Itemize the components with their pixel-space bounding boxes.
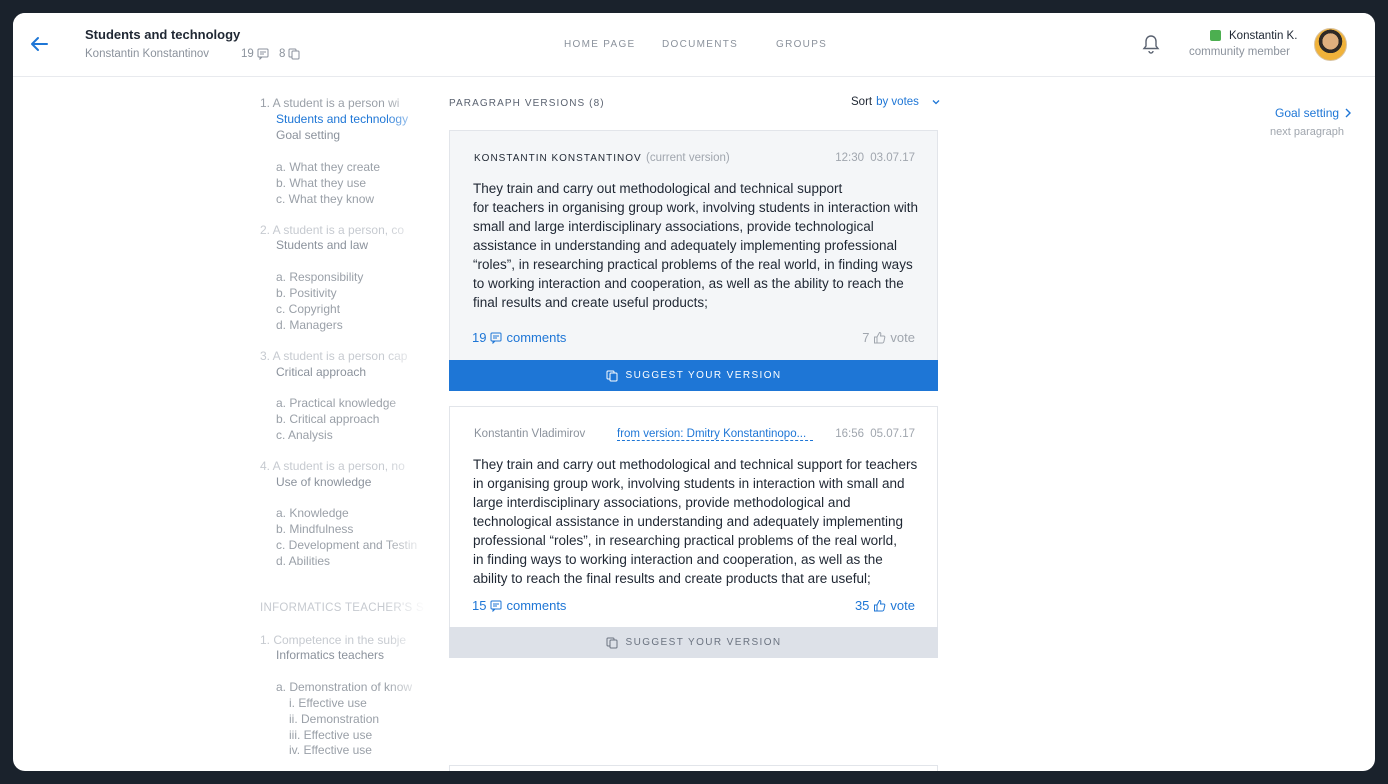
paragraph-versions-title: PARAGRAPH VERSIONS (8) [449, 98, 605, 109]
outline-item[interactable]: d. Abilities [276, 553, 330, 569]
outline-item-active[interactable]: Students and technology [276, 111, 408, 127]
back-arrow-icon[interactable] [28, 33, 50, 55]
user-role: community member [1189, 46, 1290, 58]
next-paragraph-caption: next paragraph [1270, 126, 1344, 138]
vote-label: vote [890, 330, 915, 345]
chevron-right-icon [1345, 108, 1352, 118]
outline-item[interactable]: c. Development and Testin [276, 537, 417, 553]
outline-item[interactable]: ii. Demonstration [289, 711, 379, 727]
vote-count: 7 [862, 330, 870, 345]
outline-item[interactable]: a. Responsibility [276, 269, 363, 285]
bell-icon[interactable] [1142, 34, 1160, 54]
outline-item[interactable]: Students and law [276, 237, 368, 253]
outline-item[interactable]: Informatics teachers [276, 647, 384, 663]
next-paragraph-label: Goal setting [1275, 106, 1340, 120]
comment-icon [490, 600, 502, 612]
outline-item[interactable]: 1. Competence in the subje [260, 632, 406, 648]
vote-button[interactable]: 35 vote [855, 598, 915, 613]
outline-item[interactable]: a. Practical knowledge [276, 395, 396, 411]
outline-item[interactable]: c. Analysis [276, 427, 333, 443]
copy-icon [288, 48, 300, 60]
outline-item[interactable]: 1. A student is a person wi [260, 95, 399, 111]
document-title: Students and technology [85, 27, 241, 42]
comments-count: 15 [472, 598, 487, 613]
copies-count: 8 [279, 48, 286, 60]
outline-item[interactable]: c. What they know [276, 191, 374, 207]
vote-button[interactable]: 7 vote [862, 330, 915, 345]
outline-item[interactable]: 4. A student is a person, no [260, 458, 405, 474]
version-note: (current version) [646, 152, 730, 164]
comments-stat: 19 [241, 48, 269, 60]
version-author[interactable]: Konstantin Vladimirov [474, 428, 585, 440]
outline-item[interactable]: b. Mindfulness [276, 521, 353, 537]
comments-link[interactable]: 15 comments [472, 598, 566, 613]
version-timestamp: 16:56 05.07.17 [835, 428, 915, 440]
comments-count: 19 [472, 330, 487, 345]
from-version-link[interactable]: from version: Dmitry Konstantinopo... [617, 428, 813, 441]
outline-section[interactable]: INFORMATICS TEACHER'S S [260, 600, 424, 616]
chevron-down-icon [932, 100, 940, 105]
suggest-version-label: SUGGEST YOUR VERSION [625, 637, 782, 648]
outline-item[interactable]: Critical approach [276, 364, 366, 380]
suggest-version-button[interactable]: SUGGEST YOUR VERSION [449, 360, 938, 391]
outline-item[interactable]: i. Effective use [289, 695, 367, 711]
thumbs-up-icon [874, 331, 886, 344]
copy-icon [606, 637, 617, 648]
sort-label: Sort [851, 96, 873, 108]
outline-item[interactable]: a. What they create [276, 159, 380, 175]
comments-label: comments [506, 598, 567, 613]
sort-dropdown[interactable]: Sort by votes [851, 96, 941, 108]
user-name[interactable]: Konstantin K. [1229, 30, 1297, 42]
app-window: Students and technology Konstantin Konst… [13, 13, 1375, 771]
vote-label: vote [890, 598, 915, 613]
version-timestamp: 12:30 03.07.17 [835, 152, 915, 164]
outline-item[interactable]: iv. Effective use [289, 742, 372, 758]
document-author[interactable]: Konstantin Konstantinov [85, 48, 209, 60]
outline-item[interactable]: b. Critical approach [276, 411, 379, 427]
version-card: Konstantin Vladimirov from version: Dmit… [449, 406, 938, 658]
suggest-version-button[interactable]: SUGGEST YOUR VERSION [449, 627, 938, 658]
sort-value: by votes [876, 96, 919, 108]
outline-item[interactable]: a. Demonstration of know [276, 679, 412, 695]
version-card-current: KONSTANTIN KONSTANTINOV (current version… [449, 130, 938, 391]
version-text: They train and carry out methodological … [473, 457, 918, 586]
outline-item[interactable]: b. Positivity [276, 285, 337, 301]
outline-item[interactable]: Goal setting [276, 127, 340, 143]
nav-documents[interactable]: DOCUMENTS [662, 39, 738, 50]
comments-link[interactable]: 19 comments [472, 330, 566, 345]
comment-icon [490, 332, 502, 344]
version-author[interactable]: KONSTANTIN KONSTANTINOV [474, 153, 642, 164]
comments-label: comments [506, 330, 567, 345]
outline-item[interactable]: a. Knowledge [276, 505, 349, 521]
nav-home-page[interactable]: HOME PAGE [564, 39, 636, 50]
document-outline: 1. A student is a person wi Students and… [258, 95, 426, 771]
avatar[interactable] [1314, 28, 1347, 61]
version-text: They train and carry out methodological … [473, 181, 918, 310]
copies-stat: 8 [279, 48, 300, 60]
vote-count: 35 [854, 598, 870, 613]
outline-fade [386, 95, 426, 771]
copy-icon [606, 370, 617, 381]
user-badge-icon [1210, 30, 1221, 41]
outline-item[interactable]: 2. A student is a person, co [260, 222, 404, 238]
nav-groups[interactable]: GROUPS [776, 39, 827, 50]
outline-item[interactable]: d. Managers [276, 317, 343, 333]
outline-item[interactable]: 3. A student is a person cap [260, 348, 407, 364]
outline-item[interactable]: Use of knowledge [276, 474, 371, 490]
comment-icon [257, 48, 269, 60]
outline-item[interactable]: iii. Effective use [289, 727, 372, 743]
suggest-version-label: SUGGEST YOUR VERSION [625, 370, 782, 381]
thumbs-up-icon [874, 599, 886, 612]
top-bar: Students and technology Konstantin Konst… [13, 13, 1375, 77]
version-card-partial [449, 765, 938, 771]
next-paragraph-link[interactable]: Goal setting [1275, 106, 1352, 120]
comments-count: 19 [241, 48, 254, 60]
outline-item[interactable]: c. Copyright [276, 301, 340, 317]
outline-item[interactable]: b. What they use [276, 175, 366, 191]
